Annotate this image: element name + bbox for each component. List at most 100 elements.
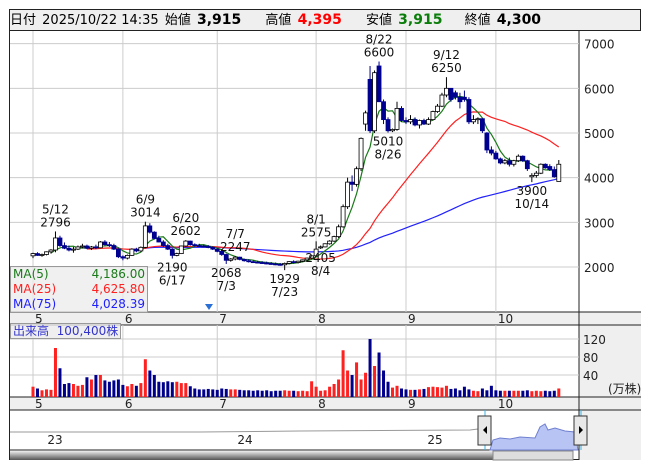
navigator-right-bg (579, 410, 641, 460)
candle-up (327, 240, 333, 245)
month-label: 6 (125, 397, 133, 411)
volume-bar (494, 390, 498, 397)
volume-bar (462, 386, 466, 397)
volume-bar (215, 389, 219, 397)
volume-bar (296, 391, 300, 397)
candle-up (372, 72, 377, 132)
candle-down (35, 253, 40, 256)
volume-bar (202, 389, 206, 397)
volume-bar (431, 386, 435, 397)
volume-bar (85, 377, 89, 397)
candle-down (156, 238, 162, 243)
annotation-date: 8/4 (311, 264, 330, 278)
candle-down (210, 246, 216, 250)
scrollbar-track (10, 451, 493, 460)
volume-bar (337, 379, 341, 397)
candle-down (255, 261, 261, 264)
candle-down (399, 108, 404, 121)
candle-down (84, 245, 90, 249)
candle-down (412, 119, 418, 126)
candle-up (502, 160, 508, 164)
volume-bar (287, 390, 291, 397)
candle-down (497, 158, 503, 164)
volume-bar (134, 385, 138, 397)
candle-down (453, 92, 458, 98)
candle-up (89, 246, 94, 249)
annotation-date: 9/12 (433, 48, 460, 62)
candle-up (300, 259, 306, 262)
marker-triangle-icon (205, 304, 213, 310)
candle-up (138, 246, 144, 252)
annotation-value: 2796 (40, 215, 71, 229)
annotation-value: 3014 (130, 206, 161, 220)
annotation-value: 2068 (211, 266, 242, 280)
annotation-value: 6250 (431, 61, 462, 75)
month-label: 7 (219, 397, 227, 411)
candle-up (48, 249, 54, 253)
volume-bar (408, 389, 412, 397)
candle-up (142, 225, 148, 248)
candle-down (205, 246, 211, 248)
annotation-date: 7/3 (217, 279, 236, 293)
volume-bar (94, 375, 98, 397)
volume-bar (516, 390, 520, 397)
volume-bar (521, 390, 525, 397)
candle-up (363, 112, 368, 125)
annotation-value: 2405 (305, 251, 336, 265)
candle-down (93, 246, 99, 249)
candle-down (466, 99, 472, 123)
volume-bar (557, 388, 561, 397)
volume-bar (305, 391, 309, 397)
month-label: 9 (408, 397, 416, 411)
volume-bar (103, 380, 107, 397)
candle-down (165, 245, 171, 250)
volume-bar (139, 383, 143, 397)
annotation-value: 6600 (364, 46, 395, 60)
volume-bar (98, 375, 102, 397)
volume-bar (148, 370, 152, 397)
volume-bar (301, 390, 305, 397)
candle-down (246, 260, 252, 263)
volume-bar (498, 390, 502, 397)
ma75-value: 4,028.39 (91, 297, 145, 311)
candle-down (520, 155, 526, 162)
navigator-year-label: 23 (47, 433, 62, 447)
candle-up (318, 246, 324, 249)
annotation-date: 7/7 (226, 227, 245, 241)
volume-bar (368, 339, 372, 397)
annotation-date: 7/23 (271, 285, 298, 299)
ma5-label: MA(5) (13, 267, 49, 281)
ma5-legend: MA(5) 4,186.00 (11, 267, 147, 282)
candle-up (98, 241, 103, 249)
volume-bar (89, 379, 93, 397)
volume-bar (346, 370, 350, 397)
volume-bar (76, 385, 80, 397)
candle-up (390, 129, 395, 132)
volume-bar (386, 381, 390, 397)
price-tick-label: 4000 (584, 172, 615, 186)
volume-bar (62, 384, 66, 397)
navigator-year-label: 25 (427, 433, 442, 447)
price-tick-label: 7000 (584, 38, 615, 52)
volume-bar (197, 389, 201, 397)
candle-up (340, 206, 346, 228)
volume-bar (417, 389, 421, 397)
volume-tick-label: 40 (583, 369, 598, 383)
volume-bar (449, 388, 453, 397)
price-tick-label: 3000 (584, 216, 615, 230)
volume-bar (260, 390, 264, 397)
volume-bar (341, 350, 345, 397)
candle-down (147, 225, 153, 233)
stock-chart[interactable]: 2000300040005000600070004080120(万株)55667… (0, 0, 653, 470)
candle-up (174, 253, 180, 256)
candle-down (259, 262, 265, 264)
volume-bar (400, 388, 404, 397)
candle-up (183, 240, 189, 247)
candle-up (417, 120, 422, 126)
volume-bar (274, 390, 278, 397)
volume-bar (382, 370, 386, 397)
volume-bar (480, 388, 484, 397)
scrollbar-thumb[interactable] (492, 450, 574, 461)
volume-bar (323, 390, 327, 397)
candle-down (214, 248, 220, 252)
